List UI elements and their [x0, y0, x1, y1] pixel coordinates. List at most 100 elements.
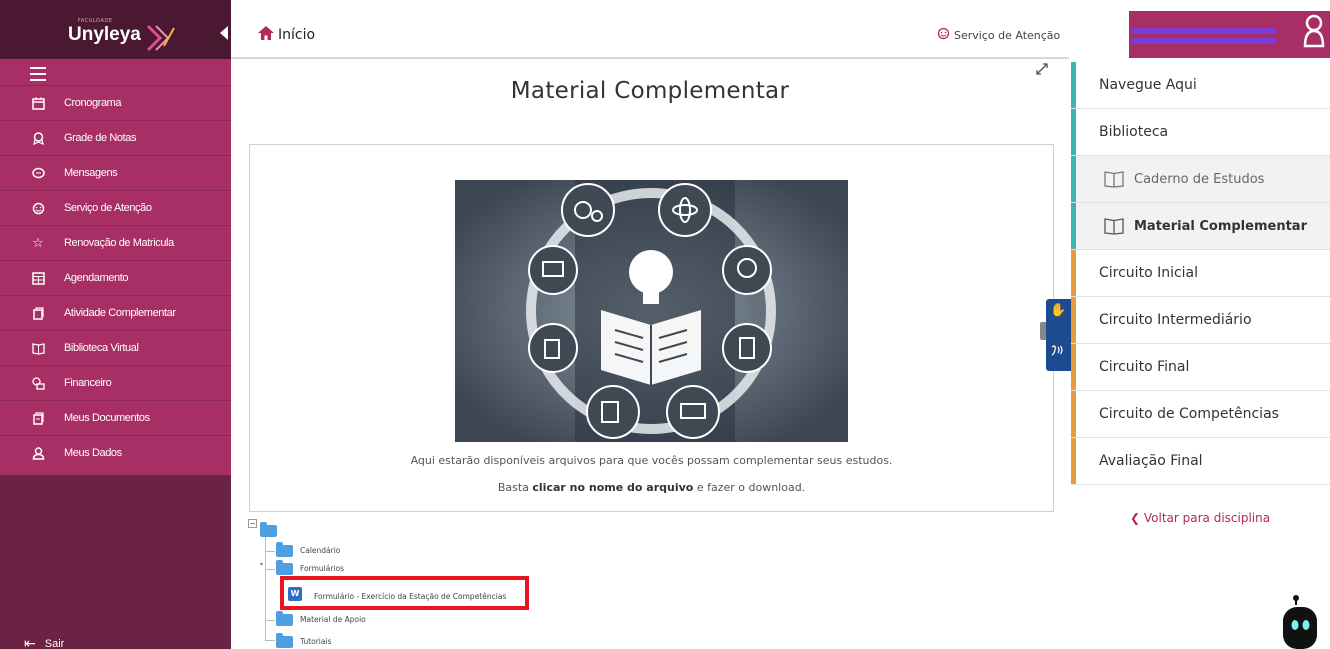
nav-item-label: Circuito Intermediário: [1099, 312, 1252, 328]
sidebar-item-biblioteca-virtual[interactable]: Biblioteca Virtual: [0, 330, 231, 365]
instruction-prefix: Basta: [497, 481, 533, 494]
sidebar-item-servico-de-atencao[interactable]: Serviço de Atenção: [0, 190, 231, 225]
folder-icon[interactable]: [276, 633, 293, 648]
nav-item-label: Material Complementar: [1134, 218, 1307, 234]
nav-accent-bar: [1071, 62, 1076, 108]
sidebar-item-grade-de-notas[interactable]: Grade de Notas: [0, 120, 231, 155]
sidebar-item-financeiro[interactable]: Financeiro: [0, 365, 231, 400]
tree-collapse-toggle[interactable]: −: [248, 519, 257, 528]
tree-expand-icon[interactable]: ▾: [260, 561, 263, 568]
chat-icon: [30, 165, 46, 181]
user-menu[interactable]: [1129, 11, 1330, 58]
audio-icon[interactable]: [1050, 343, 1064, 361]
sidebar-item-label: Biblioteca Virtual: [64, 342, 139, 354]
nav-item-circuito-inicial[interactable]: Circuito Inicial: [1071, 250, 1330, 297]
sidebar-item-label: Atividade Complementar: [64, 307, 176, 319]
description-text: Aqui estarão disponíveis arquivos para q…: [410, 454, 893, 467]
document-icon: [30, 305, 46, 321]
tree-connector: [265, 569, 275, 570]
nav-accent-bar: [1071, 438, 1076, 484]
nav-accent-bar: [1071, 391, 1076, 437]
user-avatar-icon[interactable]: [1302, 14, 1326, 54]
sidebar-item-label: Cronograma: [64, 97, 122, 109]
nav-item-biblioteca[interactable]: Biblioteca: [1071, 109, 1330, 156]
page-title: Material Complementar: [510, 78, 790, 104]
award-icon: [30, 130, 46, 146]
home-label: Início: [278, 26, 316, 43]
nav-item-label: Biblioteca: [1099, 124, 1169, 140]
nav-accent-bar: [1071, 109, 1076, 155]
sidebar-item-label: Meus Documentos: [64, 412, 150, 424]
nav-accent-bar: [1071, 250, 1076, 296]
chevron-left-icon: ❮: [1130, 511, 1144, 525]
service-label: Serviço de Atenção: [954, 28, 1061, 42]
book-icon: [1104, 171, 1124, 188]
instruction-suffix: e fazer o download.: [693, 481, 806, 494]
logout-button[interactable]: ⇤ Sair: [24, 635, 64, 649]
nav-accent-bar: [1071, 156, 1076, 202]
nav-item-circuito-de-competencias[interactable]: Circuito de Competências: [1071, 391, 1330, 438]
home-link[interactable]: Início: [258, 25, 315, 44]
money-icon: [30, 375, 46, 391]
unyleya-logo[interactable]: FACULDADE Unyleya: [0, 0, 231, 59]
nav-item-label: Circuito de Competências: [1099, 406, 1279, 422]
sidebar-item-label: Meus Dados: [64, 447, 122, 459]
sidebar-item-meus-dados[interactable]: Meus Dados: [0, 435, 231, 470]
folder-icon[interactable]: [260, 522, 277, 537]
tree-connector: [265, 537, 266, 641]
nav-accent-bar: [1071, 203, 1076, 249]
nav-item-avaliacao-final[interactable]: Avaliação Final: [1071, 438, 1330, 485]
book-icon: [1104, 218, 1124, 235]
chatbot-icon[interactable]: [1279, 595, 1321, 649]
hero-image: [455, 180, 848, 442]
folder-icon[interactable]: [276, 611, 293, 626]
support-chat-icon: [30, 200, 46, 216]
sidebar-item-agendamento[interactable]: Agendamento: [0, 260, 231, 295]
logout-icon: ⇤: [24, 635, 36, 649]
sidebar-item-meus-documentos[interactable]: Meus Documentos: [0, 400, 231, 435]
nav-item-circuito-intermediario[interactable]: Circuito Intermediário: [1071, 297, 1330, 344]
nav-item-caderno-de-estudos[interactable]: Caderno de Estudos: [1071, 156, 1330, 203]
nav-item-label: Circuito Inicial: [1099, 265, 1199, 281]
hamburger-icon[interactable]: [30, 67, 46, 85]
nav-item-circuito-final[interactable]: Circuito Final: [1071, 344, 1330, 391]
tree-item-tutoriais[interactable]: Tutoriais: [300, 637, 331, 646]
nav-item-label: Caderno de Estudos: [1134, 171, 1265, 187]
service-link[interactable]: Serviço de Atenção: [937, 27, 1060, 43]
instruction-bold: clicar no nome do arquivo: [532, 481, 694, 494]
sidebar-item-label: Grade de Notas: [64, 132, 137, 144]
sidebar-item-renovacao-de-matricula[interactable]: ☆ Renovação de Matricula: [0, 225, 231, 260]
sidebar-collapse-icon[interactable]: [220, 26, 228, 40]
redacted-username: [1131, 28, 1277, 34]
sidebar-item-mensagens[interactable]: Mensagens: [0, 155, 231, 190]
tree-connector: [265, 640, 275, 641]
sidebar-item-cronograma[interactable]: Cronograma: [0, 85, 231, 120]
sidebar-item-atividade-complementar[interactable]: Atividade Complementar: [0, 295, 231, 330]
folder-icon[interactable]: [276, 542, 293, 557]
tree-item-material-de-apoio[interactable]: Material de Apoio: [300, 615, 366, 624]
sign-language-icon[interactable]: ✋: [1050, 303, 1066, 318]
instruction-text: Basta clicar no nome do arquivo e fazer …: [249, 481, 1054, 494]
nav-accent-bar: [1071, 344, 1076, 390]
calendar-icon: [30, 95, 46, 111]
sidebar-header: FACULDADE Unyleya: [0, 0, 231, 59]
tree-item-calendario[interactable]: Calendário: [300, 546, 340, 555]
highlight-box: [280, 576, 529, 610]
redacted-username: [1131, 38, 1277, 44]
nav-item-material-complementar[interactable]: Material Complementar: [1071, 203, 1330, 250]
tree-connector: [265, 551, 275, 552]
sidebar-item-label: Agendamento: [64, 272, 129, 284]
tree-item-formularios[interactable]: Formulários: [300, 564, 344, 573]
nav-item-label: Avaliação Final: [1099, 453, 1203, 469]
nav-item-navegue-aqui[interactable]: Navegue Aqui: [1071, 62, 1330, 109]
back-label: Voltar para disciplina: [1143, 511, 1271, 525]
calendar-grid-icon: [30, 270, 46, 286]
folder-icon[interactable]: [276, 560, 293, 575]
logo-chevron-icon: [146, 24, 175, 52]
user-icon: [30, 445, 46, 461]
back-to-course-link[interactable]: ❮ Voltar para disciplina: [1130, 511, 1270, 525]
logout-label: Sair: [44, 637, 65, 649]
expand-icon[interactable]: [1036, 63, 1048, 79]
home-icon: [258, 25, 274, 44]
nav-item-label: Navegue Aqui: [1099, 77, 1197, 93]
